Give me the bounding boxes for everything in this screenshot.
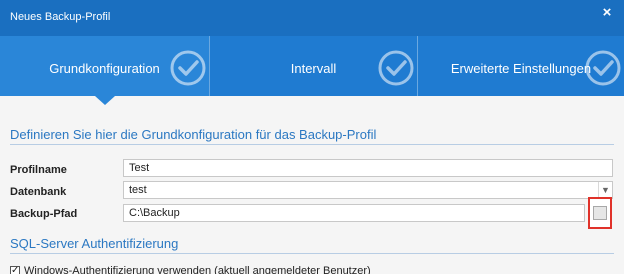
close-icon[interactable]: × (598, 4, 616, 22)
folder-icon (593, 206, 607, 220)
section-title-grundkonfiguration: Definieren Sie hier die Grundkonfigurati… (10, 127, 377, 142)
chevron-down-icon[interactable]: ▼ (598, 182, 612, 198)
checkmark-icon (378, 50, 414, 86)
section-title-sql-auth: SQL-Server Authentifizierung (10, 236, 179, 251)
profilname-label: Profilname (10, 164, 67, 176)
tab-intervall[interactable]: Intervall (210, 36, 418, 96)
profilname-input[interactable]: Test (123, 159, 613, 177)
title-bar: Neues Backup-Profil × (0, 0, 624, 36)
datenbank-label: Datenbank (10, 186, 67, 198)
checkmark-icon (585, 50, 621, 86)
tab-erweiterte-einstellungen[interactable]: Erweiterte Einstellungen (418, 36, 624, 96)
active-tab-pointer (95, 96, 115, 105)
windows-auth-checkbox[interactable]: ✓ (10, 266, 20, 274)
checkmark-icon (170, 50, 206, 86)
profilname-value: Test (129, 162, 150, 174)
section-divider (10, 144, 614, 145)
window-title: Neues Backup-Profil (10, 11, 111, 23)
tab-grundkonfiguration[interactable]: Grundkonfiguration (0, 36, 210, 96)
backup-pfad-value: C:\Backup (129, 207, 180, 219)
datenbank-value: test (129, 184, 147, 196)
section-divider (10, 253, 614, 254)
backup-pfad-input[interactable]: C:\Backup (123, 204, 585, 222)
browse-folder-button[interactable] (588, 197, 612, 229)
wizard-tabs: Grundkonfiguration Intervall Erweiterte … (0, 36, 624, 96)
datenbank-select[interactable]: test ▼ (123, 181, 613, 199)
backup-pfad-label: Backup-Pfad (10, 208, 78, 220)
windows-auth-label: Windows-Authentifizierung verwenden (akt… (24, 265, 371, 274)
